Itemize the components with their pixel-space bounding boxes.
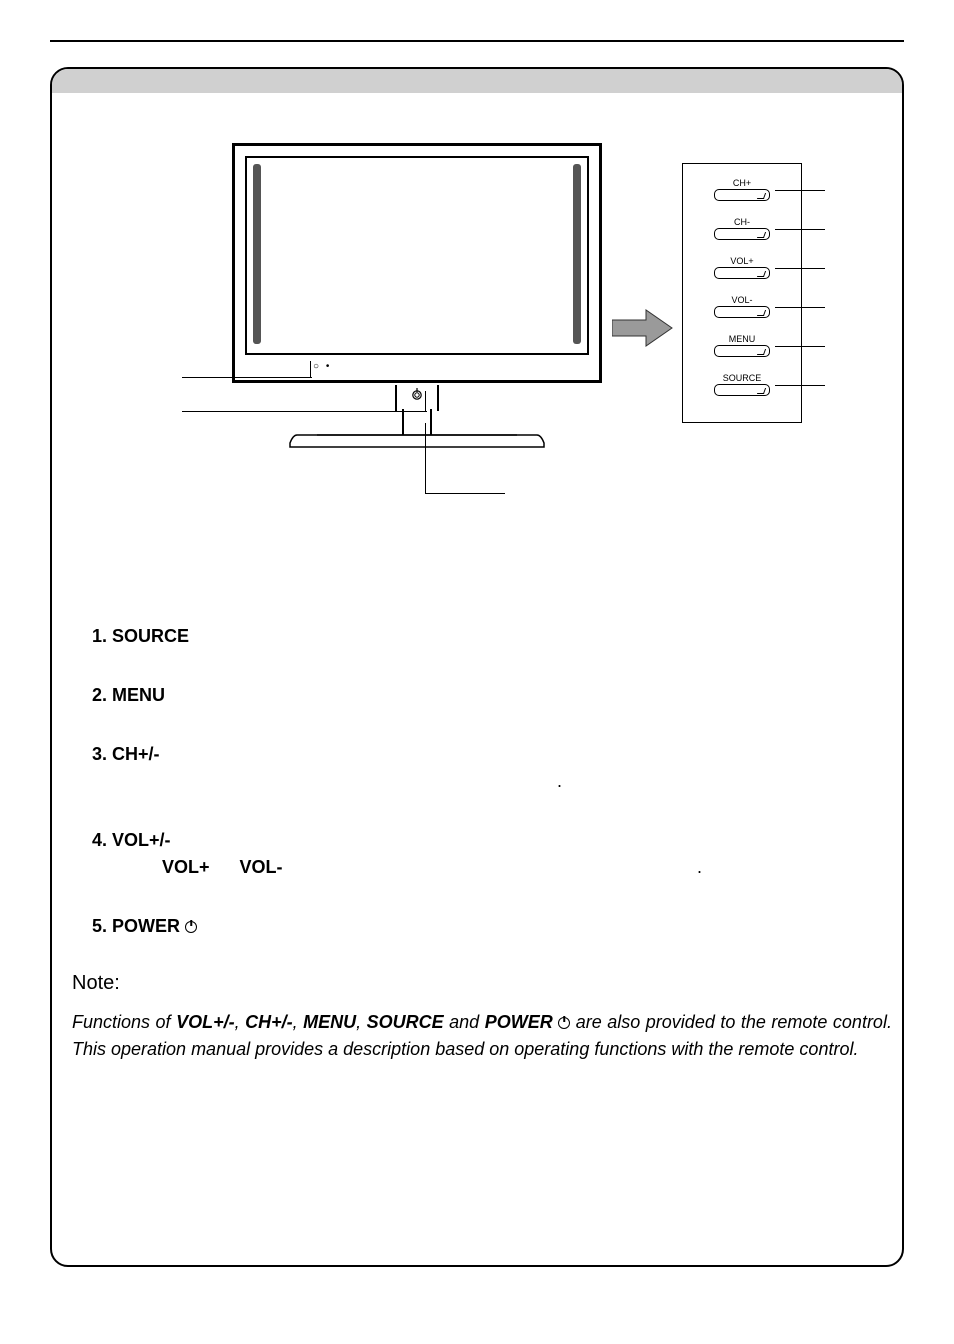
leader-line xyxy=(775,190,825,191)
power-icon xyxy=(410,387,424,404)
item-ch: 3. CH+/- . xyxy=(92,741,862,795)
label: CH- xyxy=(693,217,791,227)
heading: 5. POWER xyxy=(92,916,180,936)
tv-front-diagram: ○ • xyxy=(232,143,602,383)
label: VOL+ xyxy=(693,256,791,266)
button-shape xyxy=(714,384,770,396)
vol-plus-label: VOL+ xyxy=(162,857,210,877)
tv-neck xyxy=(402,409,432,435)
note-title: Note: xyxy=(72,972,892,995)
leader-line xyxy=(310,361,311,377)
top-rule xyxy=(50,40,904,42)
tv-screen xyxy=(245,156,589,355)
leader-line xyxy=(182,377,312,378)
speaker-left xyxy=(253,164,261,344)
text: Functions of xyxy=(72,1012,176,1032)
text: , xyxy=(235,1012,246,1032)
button-shape xyxy=(714,345,770,357)
side-btn-source: SOURCE xyxy=(693,373,791,396)
content-panel: ○ • xyxy=(50,67,904,1267)
leader-line xyxy=(775,268,825,269)
button-shape xyxy=(714,267,770,279)
side-btn-vol-plus: VOL+ xyxy=(693,256,791,279)
leader-line xyxy=(775,346,825,347)
power-icon xyxy=(185,921,197,933)
leader-line xyxy=(425,391,426,411)
leader-line xyxy=(425,493,505,494)
arrow-icon xyxy=(612,308,674,353)
note-block: Note: Functions of VOL+/-, CH+/-, MENU, … xyxy=(52,972,902,1063)
leader-line xyxy=(425,423,426,493)
item-vol: 4. VOL+/- VOL+ VOL- . xyxy=(92,827,862,881)
text: , xyxy=(356,1012,367,1032)
button-shape xyxy=(714,228,770,240)
descriptions: 1. SOURCE 2. MENU 3. CH+/- . 4. VOL+/- V… xyxy=(52,623,902,940)
label: VOL- xyxy=(693,295,791,305)
bold: SOURCE xyxy=(367,1012,444,1032)
side-buttons-panel: CH+ CH- VOL+ VOL- xyxy=(682,163,802,423)
tv-stand xyxy=(287,433,547,447)
heading: 1. SOURCE xyxy=(92,626,189,646)
front-power-area xyxy=(395,385,439,411)
label: SOURCE xyxy=(693,373,791,383)
speaker-right xyxy=(573,164,581,344)
text: , xyxy=(293,1012,304,1032)
heading: 2. MENU xyxy=(92,685,165,705)
leader-line xyxy=(775,385,825,386)
item-power: 5. POWER xyxy=(92,913,862,940)
front-indicators: ○ • xyxy=(313,361,331,372)
vol-minus-label: VOL- xyxy=(240,857,283,877)
side-btn-vol-minus: VOL- xyxy=(693,295,791,318)
side-btn-ch-plus: CH+ xyxy=(693,178,791,201)
label: CH+ xyxy=(693,178,791,188)
tv-bezel: ○ • xyxy=(232,143,602,383)
item-menu: 2. MENU xyxy=(92,682,862,709)
bold: VOL+/- xyxy=(176,1012,235,1032)
text: and xyxy=(444,1012,485,1032)
panel-header-bar xyxy=(52,69,902,93)
leader-line xyxy=(775,307,825,308)
page: ○ • xyxy=(0,0,954,1344)
bold: CH+/- xyxy=(245,1012,293,1032)
bold: MENU xyxy=(303,1012,356,1032)
power-icon xyxy=(558,1017,570,1029)
label: MENU xyxy=(693,334,791,344)
diagram-area: ○ • xyxy=(52,133,902,553)
leader-line xyxy=(182,411,427,412)
item-source: 1. SOURCE xyxy=(92,623,862,650)
button-shape xyxy=(714,189,770,201)
side-btn-menu: MENU xyxy=(693,334,791,357)
button-shape xyxy=(714,306,770,318)
bold: POWER xyxy=(485,1012,553,1032)
heading: 4. VOL+/- xyxy=(92,830,171,850)
leader-line xyxy=(775,229,825,230)
heading: 3. CH+/- xyxy=(92,744,160,764)
vol-line: VOL+ VOL- . xyxy=(92,854,862,881)
side-btn-ch-minus: CH- xyxy=(693,217,791,240)
note-body: Functions of VOL+/-, CH+/-, MENU, SOURCE… xyxy=(72,1009,892,1063)
